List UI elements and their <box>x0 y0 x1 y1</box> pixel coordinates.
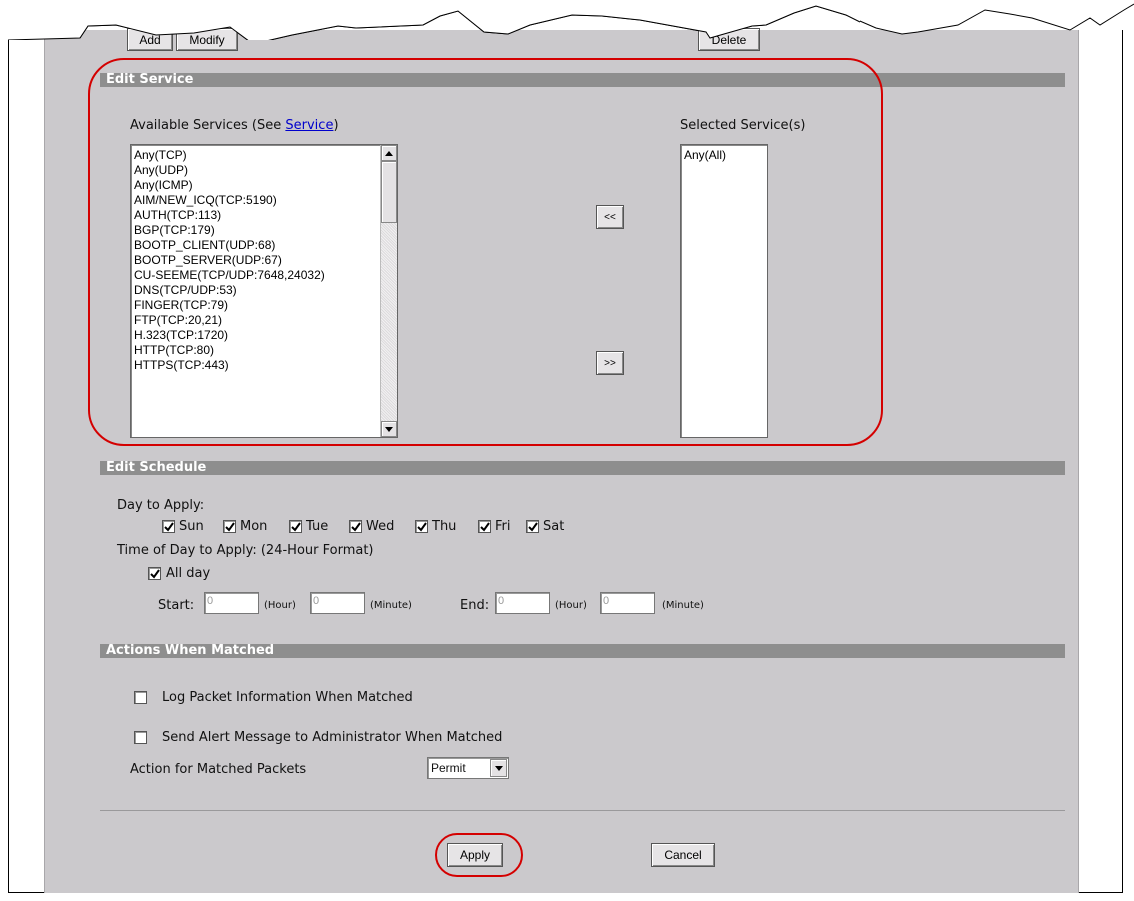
end-hour-unit: (Hour) <box>555 600 587 611</box>
edit-schedule-header: Edit Schedule <box>100 461 1065 475</box>
cancel-button[interactable]: Cancel <box>651 843 715 867</box>
check-icon <box>291 522 301 532</box>
day-label-sat: Sat <box>543 519 565 534</box>
day-label-wed: Wed <box>366 519 395 534</box>
day-checkbox-thu[interactable] <box>415 520 428 533</box>
day-label-thu: Thu <box>432 519 457 534</box>
check-icon <box>351 522 361 532</box>
check-icon <box>164 522 174 532</box>
action-select[interactable]: Permit <box>427 757 509 779</box>
end-minute-input[interactable]: 0 <box>600 592 655 614</box>
end-hour-input[interactable]: 0 <box>495 592 550 614</box>
log-packet-checkbox[interactable] <box>134 691 147 704</box>
check-icon <box>480 522 490 532</box>
check-icon <box>528 522 538 532</box>
day-checkbox-sun[interactable] <box>162 520 175 533</box>
start-hour-unit: (Hour) <box>264 600 296 611</box>
all-day-label: All day <box>166 566 211 581</box>
day-checkbox-sat[interactable] <box>526 520 539 533</box>
log-packet-label: Log Packet Information When Matched <box>162 690 413 705</box>
check-icon <box>225 522 235 532</box>
delete-button-label: Delete <box>711 32 747 47</box>
add-button[interactable]: Add <box>127 28 173 51</box>
end-minute-unit: (Minute) <box>662 600 704 611</box>
cancel-button-label: Cancel <box>664 848 702 862</box>
day-label-mon: Mon <box>240 519 268 534</box>
time-of-day-label: Time of Day to Apply: (24-Hour Format) <box>117 543 374 558</box>
edit-service-callout <box>88 58 883 446</box>
all-day-checkbox[interactable] <box>148 567 161 580</box>
day-checkbox-tue[interactable] <box>289 520 302 533</box>
end-label: End: <box>460 598 490 613</box>
day-to-apply-label: Day to Apply: <box>117 498 205 513</box>
day-label-sun: Sun <box>179 519 204 534</box>
add-button-label: Add <box>139 32 161 47</box>
action-select-value: Permit <box>431 761 466 775</box>
send-alert-label: Send Alert Message to Administrator When… <box>162 730 503 745</box>
chevron-down-icon[interactable] <box>490 759 507 777</box>
delete-button[interactable]: Delete <box>698 28 760 51</box>
actions-header: Actions When Matched <box>100 644 1065 658</box>
check-icon <box>417 522 427 532</box>
action-label: Action for Matched Packets <box>130 762 307 777</box>
day-label-tue: Tue <box>306 519 329 534</box>
modify-button-label: Modify <box>189 32 225 47</box>
modify-button[interactable]: Modify <box>176 28 238 51</box>
day-checkbox-mon[interactable] <box>223 520 236 533</box>
start-label: Start: <box>158 598 195 613</box>
day-checkbox-wed[interactable] <box>349 520 362 533</box>
check-icon <box>150 569 160 579</box>
send-alert-checkbox[interactable] <box>134 731 147 744</box>
day-checkbox-fri[interactable] <box>478 520 491 533</box>
footer-divider <box>100 810 1065 811</box>
day-label-fri: Fri <box>495 519 511 534</box>
start-minute-input[interactable]: 0 <box>310 592 365 614</box>
start-hour-input[interactable]: 0 <box>204 592 259 614</box>
apply-callout <box>435 833 523 877</box>
start-minute-unit: (Minute) <box>370 600 412 611</box>
